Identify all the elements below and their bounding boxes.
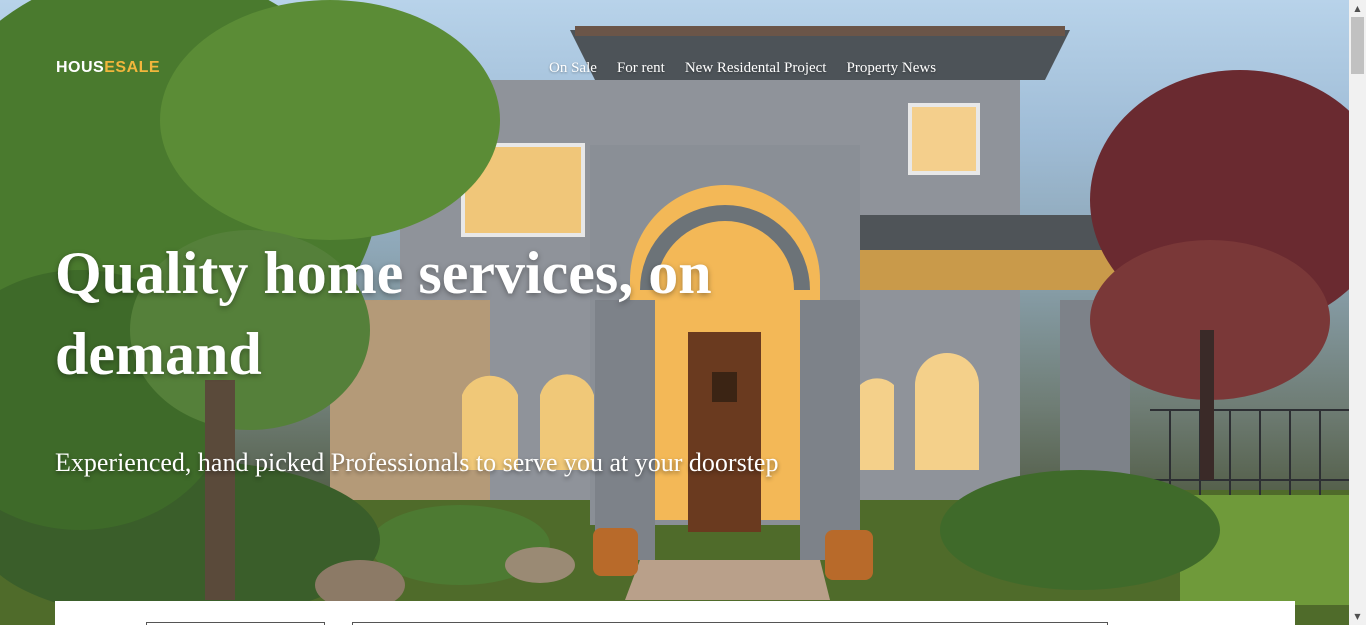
hero-section: HOUSESALE On Sale For rent New Residenta… <box>0 0 1349 625</box>
hero-title: Quality home services, on demand <box>55 240 712 387</box>
nav-item-on-sale[interactable]: On Sale <box>549 60 597 77</box>
scrollbar-thumb[interactable] <box>1351 17 1364 74</box>
nav-item-for-rent[interactable]: For rent <box>617 60 665 77</box>
nav-item-new-residental-project[interactable]: New Residental Project <box>685 60 827 77</box>
search-panel <box>55 601 1295 625</box>
logo[interactable]: HOUSESALE <box>56 59 160 77</box>
triangle-up-icon[interactable]: ▲ <box>1349 0 1366 17</box>
logo-text-primary: HOUS <box>56 59 105 76</box>
triangle-down-icon[interactable]: ▼ <box>1349 608 1366 625</box>
main-nav: On Sale For rent New Residental Project … <box>549 60 936 77</box>
logo-text-accent: ESALE <box>104 59 161 76</box>
nav-item-property-news[interactable]: Property News <box>846 60 936 77</box>
hero-subtitle: Experienced, hand picked Professionals t… <box>55 448 779 477</box>
page-scrollbar[interactable]: ▲ ▼ <box>1349 0 1366 625</box>
